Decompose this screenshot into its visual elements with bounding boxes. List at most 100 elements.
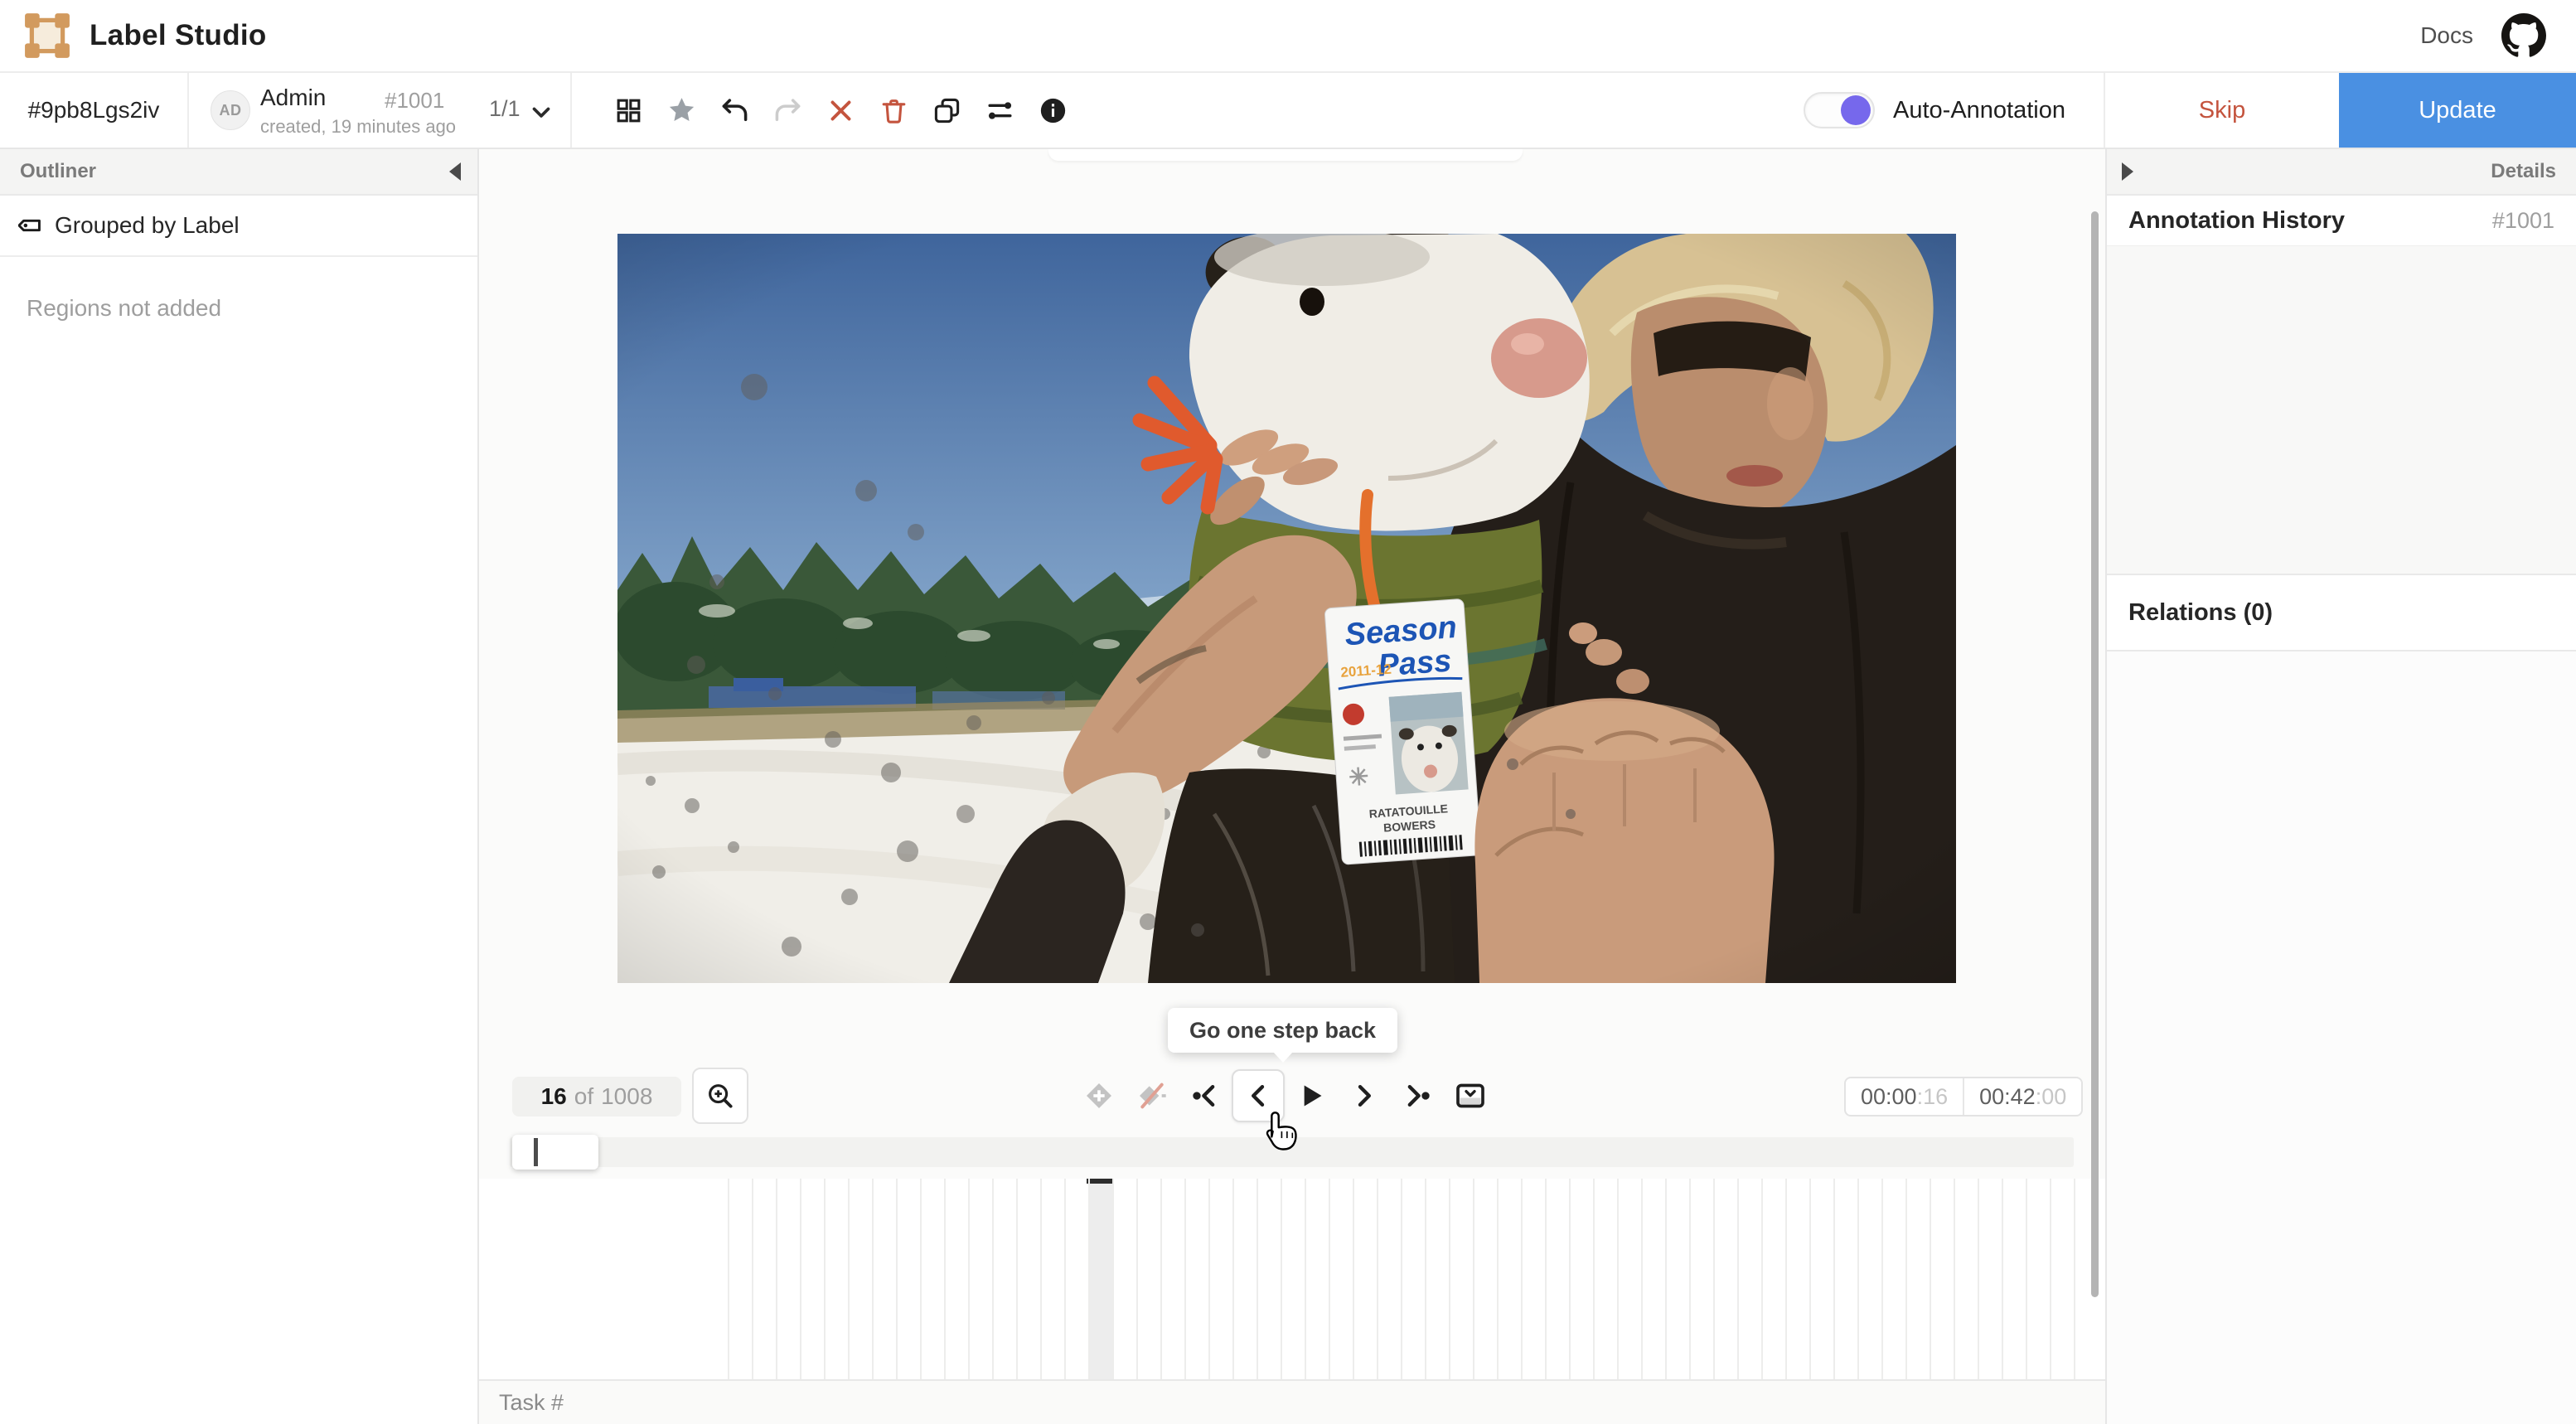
timeline-gridline [1329,1179,1330,1379]
play-button[interactable] [1285,1069,1338,1122]
annotator-name: Admin [260,85,326,111]
step-forward-button[interactable] [1338,1069,1391,1122]
frame-separator: of [574,1083,593,1110]
timeline-gridline [1737,1179,1739,1379]
info-icon [1038,95,1068,126]
keypoint-add-icon [1082,1079,1116,1112]
next-keypoint-icon [1401,1079,1434,1112]
zoom-button[interactable] [692,1068,748,1124]
auto-annotation-group: Auto-Annotation [1804,73,2104,148]
timeline-gridline [1016,1179,1018,1379]
tag-icon [18,212,45,239]
settings-button[interactable] [973,72,1026,148]
annotation-pager: 1/1 [489,96,521,122]
annotator-avatar: AD [211,90,250,130]
timeline-gridline [2050,1179,2051,1379]
github-icon[interactable] [2501,13,2546,58]
time-current[interactable]: 00:00:16 [1846,1078,1963,1115]
labels-peek-bar [1048,149,1523,161]
outliner-panel: Outliner Grouped by Label Regions not ad… [0,149,479,1424]
group-by-label-text: Grouped by Label [55,212,240,239]
timeline-gridline [1088,1179,1090,1379]
timeline-gridline [1497,1179,1499,1379]
grid-view-button[interactable] [602,72,655,148]
timeline-gridline [1881,1179,1883,1379]
reset-button[interactable] [814,72,867,148]
chevron-down-icon[interactable] [527,98,555,126]
vertical-scrollbar[interactable] [2091,211,2099,1297]
keypoint-remove-button[interactable] [1126,1069,1179,1122]
prev-keypoint-button[interactable] [1179,1069,1232,1122]
group-by-label-item[interactable]: Grouped by Label [0,196,477,257]
relations-title: Relations (0) [2128,599,2273,627]
timeline-gridline [1305,1179,1306,1379]
frame-current[interactable]: 16 [541,1083,567,1110]
main-annotation-area: Season Pass 2011-12 [479,149,2105,1424]
regions-empty-message: Regions not added [27,295,477,322]
keypoint-add-button[interactable] [1073,1069,1126,1122]
task-id[interactable]: #9pb8Lgs2iv [0,73,189,148]
info-button[interactable] [1026,72,1079,148]
video-image: Season Pass 2011-12 [617,234,1956,983]
timeline-gridline [1064,1179,1066,1379]
timeline-gridline [1473,1179,1474,1379]
delete-button[interactable] [867,72,920,148]
keypoint-remove-icon [1135,1079,1169,1112]
duplicate-button[interactable] [920,72,973,148]
skip-button[interactable]: Skip [2104,73,2339,148]
timeline-gridline [1208,1179,1210,1379]
timeline-gridline [1809,1179,1811,1379]
annotation-created: created, 19 minutes ago [260,116,456,138]
timeline-gridline [1665,1179,1667,1379]
timeline-gridline [1954,1179,1955,1379]
undo-button[interactable] [708,72,761,148]
timeline-gridline [1593,1179,1595,1379]
collapse-panel-icon[interactable] [449,162,461,181]
timeline-gridline [968,1179,970,1379]
frame-counter[interactable]: 16 of 1008 [512,1077,681,1116]
expand-panel-icon[interactable] [2122,162,2133,181]
timeline-current-frame[interactable] [1088,1179,1112,1379]
timeline-gridline [896,1179,898,1379]
details-title: Details [2491,160,2556,183]
timeline-gridline [1112,1179,1114,1379]
timeline-gridline [848,1179,850,1379]
video-frame[interactable]: Season Pass 2011-12 [617,234,1956,983]
timeline-gridline [1833,1179,1835,1379]
timeline-collapse-button[interactable] [1444,1069,1497,1122]
update-button[interactable]: Update [2339,73,2576,148]
timeline-gridline [992,1179,994,1379]
app-title: Label Studio [90,19,267,52]
redo-icon [772,95,803,126]
docs-link[interactable]: Docs [2420,22,2473,49]
time-total: 00:42:00 [1963,1078,2081,1115]
timeline-track[interactable] [479,1179,2105,1379]
seek-handle[interactable] [512,1135,598,1170]
trash-icon [879,95,909,126]
timeline-gridline [752,1179,753,1379]
timeline-gridline [1905,1179,1907,1379]
star-button[interactable] [655,72,708,148]
time-display: 00:00:16 00:42:00 [1844,1077,2083,1116]
timeline-gridline [1353,1179,1354,1379]
timeline-gridline [1040,1179,1042,1379]
details-header: Details [2107,149,2576,196]
timeline-gridline [1569,1179,1571,1379]
duplicate-icon [932,95,962,126]
timeline-gridline [944,1179,946,1379]
video-seekbar[interactable] [510,1137,2074,1167]
task-label: Task # [499,1390,564,1416]
timeline-grid[interactable] [728,1179,2074,1379]
relations-header[interactable]: Relations (0) [2107,574,2576,651]
redo-button[interactable] [761,72,814,148]
frame-total: 1008 [601,1083,652,1110]
annotation-menu-bar: #9pb8Lgs2iv AD Admin created, 19 minutes… [0,73,2576,149]
annotation-history-id: #1001 [2492,208,2554,234]
timeline-gridline [1232,1179,1234,1379]
undo-icon [719,95,750,126]
annotation-selector[interactable]: AD Admin created, 19 minutes ago #1001 1… [189,73,572,148]
step-backward-button[interactable] [1232,1069,1285,1122]
auto-annotation-toggle[interactable] [1804,92,1875,128]
next-keypoint-button[interactable] [1391,1069,1444,1122]
timeline-gridline [1136,1179,1138,1379]
